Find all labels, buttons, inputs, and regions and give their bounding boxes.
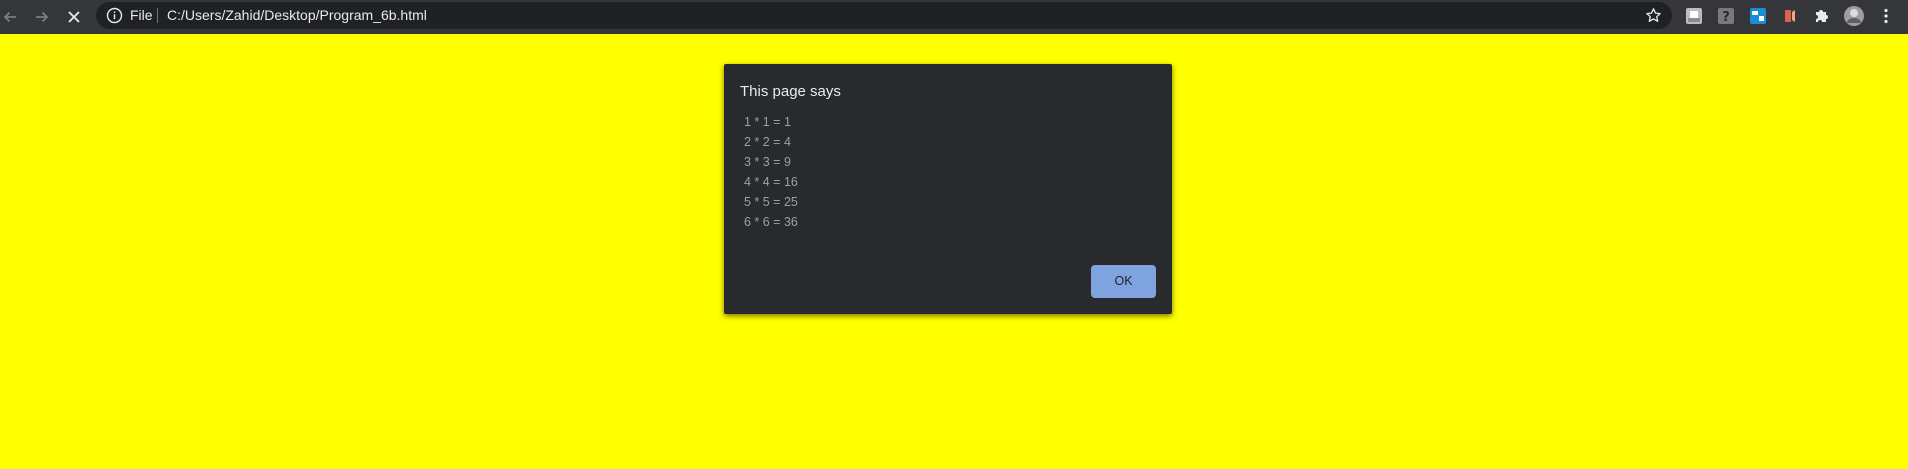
forward-arrow-icon — [34, 9, 50, 25]
stop-button[interactable] — [61, 4, 87, 30]
message-line: 4 * 4 = 16 — [744, 175, 798, 189]
extension-4-icon[interactable] — [1780, 6, 1800, 26]
omnibox-divider — [157, 8, 158, 23]
message-line: 3 * 3 = 9 — [744, 155, 791, 169]
back-button[interactable] — [0, 4, 23, 30]
message-line: 2 * 2 = 4 — [744, 135, 791, 149]
message-line: 5 * 5 = 25 — [744, 195, 798, 209]
message-line: 6 * 6 = 36 — [744, 215, 798, 229]
extension-1-icon[interactable] — [1684, 6, 1704, 26]
menu-dots-icon[interactable] — [1876, 6, 1896, 26]
page-content: This page says 1 * 1 = 1 2 * 2 = 4 3 * 3… — [0, 34, 1908, 469]
dialog-message: 1 * 1 = 1 2 * 2 = 4 3 * 3 = 9 4 * 4 = 16… — [744, 112, 798, 232]
url-text[interactable]: C:/Users/Zahid/Desktop/Program_6b.html — [167, 2, 427, 29]
star-icon[interactable] — [1645, 7, 1662, 24]
stop-loading-icon — [66, 9, 82, 25]
dialog-title: This page says — [740, 83, 841, 100]
browser-toolbar: File C:/Users/Zahid/Desktop/Program_6b.h… — [0, 0, 1908, 34]
ok-button[interactable]: OK — [1091, 265, 1156, 298]
scheme-label: File — [130, 7, 153, 23]
address-bar[interactable]: File C:/Users/Zahid/Desktop/Program_6b.h… — [96, 2, 1672, 29]
svg-text:?: ? — [1722, 10, 1730, 25]
back-arrow-icon — [2, 9, 18, 25]
profile-avatar[interactable] — [1843, 5, 1865, 27]
puzzle-icon[interactable] — [1812, 6, 1832, 26]
alert-dialog: This page says 1 * 1 = 1 2 * 2 = 4 3 * 3… — [724, 64, 1172, 314]
forward-button[interactable] — [29, 4, 55, 30]
message-line: 1 * 1 = 1 — [744, 115, 791, 129]
info-icon[interactable] — [106, 7, 123, 24]
extension-3-icon[interactable] — [1748, 6, 1768, 26]
extension-2-icon[interactable]: ? — [1716, 6, 1736, 26]
